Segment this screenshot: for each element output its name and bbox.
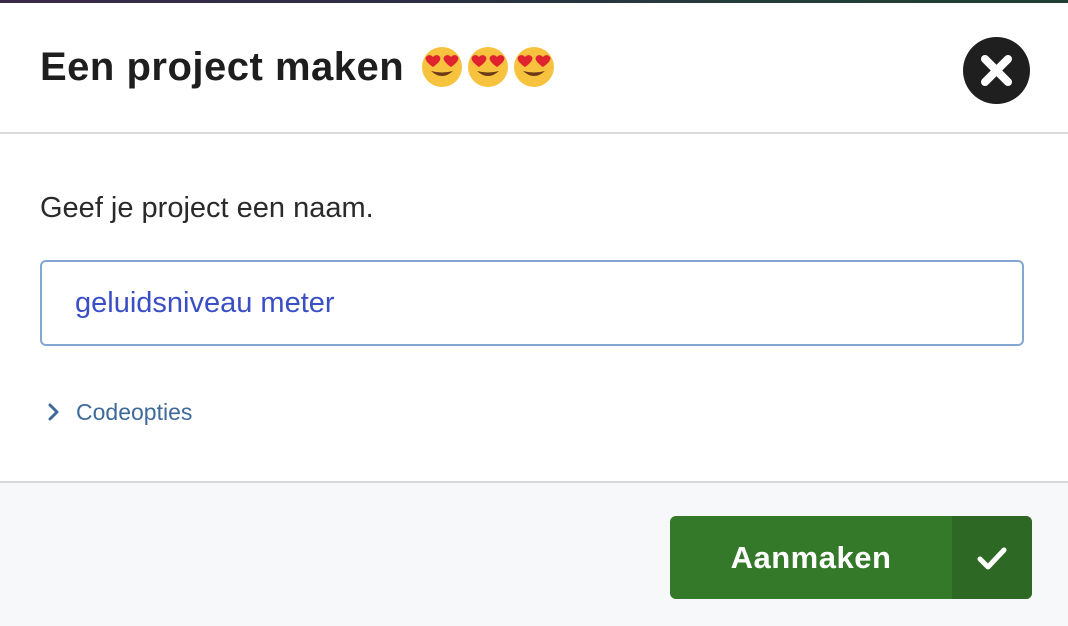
code-options-label: Codeopties bbox=[76, 398, 193, 425]
heart-eyes-emoji-icon bbox=[422, 47, 463, 87]
dialog-header: Een project maken bbox=[0, 3, 1068, 134]
dialog-footer: Aanmaken bbox=[0, 481, 1068, 626]
title-emojis bbox=[420, 45, 556, 89]
dialog-body: Geef je project een naam. Codeopties bbox=[0, 136, 1068, 481]
create-project-dialog: Een project maken Geef je project een na… bbox=[0, 3, 1068, 626]
create-button-label: Aanmaken bbox=[730, 539, 892, 575]
heart-eyes-emoji-icon bbox=[468, 47, 509, 87]
close-button[interactable] bbox=[963, 37, 1030, 104]
dialog-title: Een project maken bbox=[40, 41, 556, 93]
code-options-toggle[interactable]: Codeopties bbox=[40, 398, 192, 426]
create-button[interactable]: Aanmaken bbox=[670, 516, 1032, 599]
project-name-prompt: Geef je project een naam. bbox=[40, 192, 374, 224]
chevron-right-icon bbox=[48, 403, 59, 421]
heart-eyes-emoji-icon bbox=[514, 47, 555, 87]
close-icon bbox=[981, 55, 1012, 86]
create-button-icon-box bbox=[952, 516, 1032, 599]
checkmark-icon bbox=[977, 547, 1007, 569]
dialog-title-text: Een project maken bbox=[40, 45, 405, 89]
project-name-input[interactable] bbox=[40, 260, 1024, 346]
